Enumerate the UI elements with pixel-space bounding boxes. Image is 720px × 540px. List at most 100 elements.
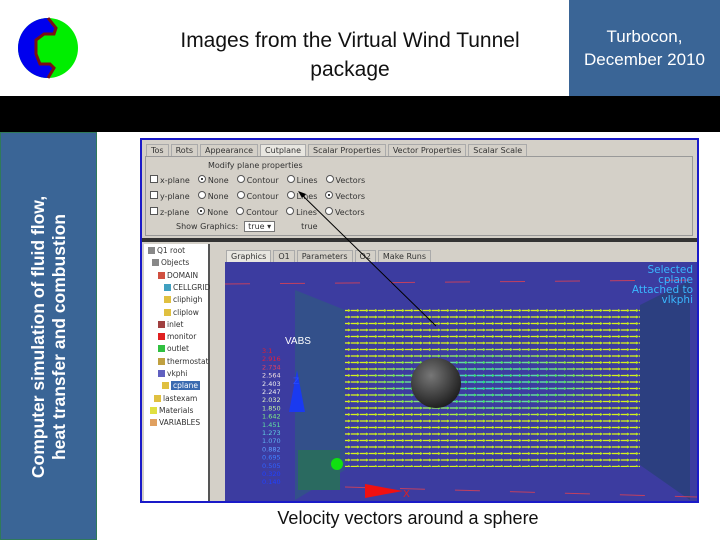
show-graphics-value: true	[301, 222, 318, 231]
show-graphics-row: Show Graphics: true ▾ true	[176, 221, 318, 232]
color-legend: 3.12.9162.7342.5642.4032.2472.0321.8501.…	[262, 347, 281, 486]
tab-graphics[interactable]: Graphics	[226, 250, 272, 262]
tree-item[interactable]: cliplow	[164, 308, 199, 317]
tree-node-icon	[158, 370, 165, 377]
tree-item[interactable]: Materials	[150, 406, 193, 415]
tree-item-label: Objects	[161, 258, 190, 268]
tree-item[interactable]: lastexam	[154, 394, 197, 403]
tab-scalar-scale[interactable]: Scalar Scale	[468, 144, 528, 156]
title-line-1: Images from the Virtual Wind Tunnel	[180, 29, 520, 52]
tree-item-label: CELLGRID	[173, 282, 211, 292]
tree-node-icon	[158, 271, 165, 279]
tree-item-label: monitor	[167, 332, 197, 342]
tree-item[interactable]: vkphi	[158, 369, 187, 378]
radio-vectors[interactable]: Vectors	[325, 191, 365, 201]
legend-value: 2.734	[262, 363, 281, 371]
legend-value: 2.247	[262, 388, 281, 396]
y-plane-checkbox[interactable]: y-plane	[150, 191, 190, 201]
tab-appearance[interactable]: Appearance	[200, 144, 259, 156]
tree-item[interactable]: DOMAIN	[158, 271, 198, 280]
title-line-2: package	[310, 58, 390, 81]
tree-item-label: cliplow	[173, 307, 199, 317]
tree-item-label: thermostat	[167, 356, 209, 366]
legend-value: 0.505	[262, 462, 281, 470]
legend-value: 0.320	[262, 470, 281, 478]
tree-node-icon	[154, 394, 161, 402]
tree-item-label: vkphi	[167, 369, 188, 378]
tree-item-label: cliphigh	[173, 295, 203, 305]
graphics-viewport[interactable]: VABS 3.12.9162.7342.5642.4032.2472.0321.…	[225, 262, 699, 503]
tree-item[interactable]: monitor	[158, 332, 196, 341]
tree-node-icon	[150, 419, 157, 427]
tab-tos[interactable]: Tos	[146, 144, 169, 156]
tab-rots[interactable]: Rots	[170, 144, 198, 156]
radio-contour[interactable]: Contour	[236, 191, 279, 201]
splitter[interactable]	[142, 238, 697, 242]
tree-node-icon	[162, 382, 169, 390]
tree-node-icon	[164, 283, 171, 291]
legend-value: 1.850	[262, 404, 281, 412]
radio-none[interactable]: None	[197, 207, 228, 217]
legend-value: 1.451	[262, 421, 281, 429]
header-band	[0, 96, 720, 132]
radio-vectors[interactable]: Vectors	[324, 207, 365, 217]
tab-scalar-properties[interactable]: Scalar Properties	[308, 144, 386, 156]
side-text-line-1: Computer simulation of fluid flow,	[28, 195, 48, 479]
tree-item[interactable]: VARIABLES	[150, 418, 200, 427]
tab-make-runs[interactable]: Make Runs	[377, 250, 432, 262]
radio-lines[interactable]: Lines	[286, 191, 317, 201]
slide-title: Images from the Virtual Wind Tunnel pack…	[130, 26, 570, 84]
tree-node-icon	[158, 357, 165, 365]
tree-item[interactable]: cliphigh	[164, 295, 202, 304]
tree-item-label: Materials	[159, 405, 194, 415]
legend-value: 2.032	[262, 396, 281, 404]
tree-node-icon	[148, 247, 155, 254]
tree-node-icon	[152, 259, 159, 267]
radio-lines[interactable]: Lines	[286, 207, 317, 217]
tree-item[interactable]: Q1 root	[148, 246, 185, 255]
legend-value: 1.642	[262, 413, 281, 421]
z-plane-row: z-plane None Contour Lines Vectors	[150, 207, 365, 217]
tab-o1[interactable]: O1	[273, 250, 295, 262]
x-axis-label: X	[403, 489, 410, 500]
radio-vectors[interactable]: Vectors	[325, 175, 365, 185]
tree-item[interactable]: outlet	[158, 344, 189, 353]
tree-item-label: lastexam	[163, 393, 198, 403]
legend-value: 0.882	[262, 445, 281, 453]
legend-value: 2.403	[262, 380, 281, 388]
y-plane-row: y-plane None Contour Lines Vectors	[150, 191, 365, 201]
radio-lines[interactable]: Lines	[286, 175, 318, 185]
tree-item[interactable]: CELLGRID	[164, 283, 210, 292]
show-graphics-select[interactable]: true ▾	[244, 221, 276, 232]
tree-item[interactable]: Objects	[152, 258, 189, 267]
radio-none[interactable]: None	[197, 175, 229, 185]
y-axis-ball	[331, 458, 343, 470]
right-wall	[640, 280, 690, 500]
property-tabs: Tos Rots Appearance Cutplane Scalar Prop…	[146, 144, 528, 156]
radio-contour[interactable]: Contour	[236, 175, 279, 185]
object-tree: Q1 root Objects DOMAIN CELLGRID cliphigh clip…	[144, 244, 210, 501]
tab-o2[interactable]: O2	[354, 250, 376, 262]
radio-contour[interactable]: Contour	[236, 207, 278, 217]
legend-value: 0.695	[262, 454, 281, 462]
tab-parameters[interactable]: Parameters	[296, 250, 353, 262]
tab-vector-properties[interactable]: Vector Properties	[387, 144, 467, 156]
legend-value: 2.916	[262, 355, 281, 363]
z-plane-checkbox[interactable]: z-plane	[150, 207, 189, 217]
tree-node-icon	[158, 345, 165, 353]
brand-line-1: Turbocon,	[606, 27, 683, 46]
x-plane-checkbox[interactable]: x-plane	[150, 175, 190, 185]
tree-node-icon	[158, 320, 165, 328]
turbocon-logo	[18, 17, 78, 79]
tree-item[interactable]: inlet	[158, 320, 183, 329]
tree-item-label: VARIABLES	[159, 418, 201, 428]
tree-item[interactable]: cplane	[162, 381, 200, 391]
annotation-line: vlkphi	[662, 294, 693, 306]
radio-none[interactable]: None	[197, 191, 229, 201]
cutplane-panel: Modify plane properties x-plane None Con…	[145, 156, 693, 236]
brand-box: Turbocon, December 2010	[569, 0, 720, 96]
tab-cutplane[interactable]: Cutplane	[260, 144, 307, 156]
tree-node-icon	[150, 406, 157, 414]
brand-line-2: December 2010	[584, 50, 705, 69]
tree-item[interactable]: thermostat	[158, 357, 209, 366]
